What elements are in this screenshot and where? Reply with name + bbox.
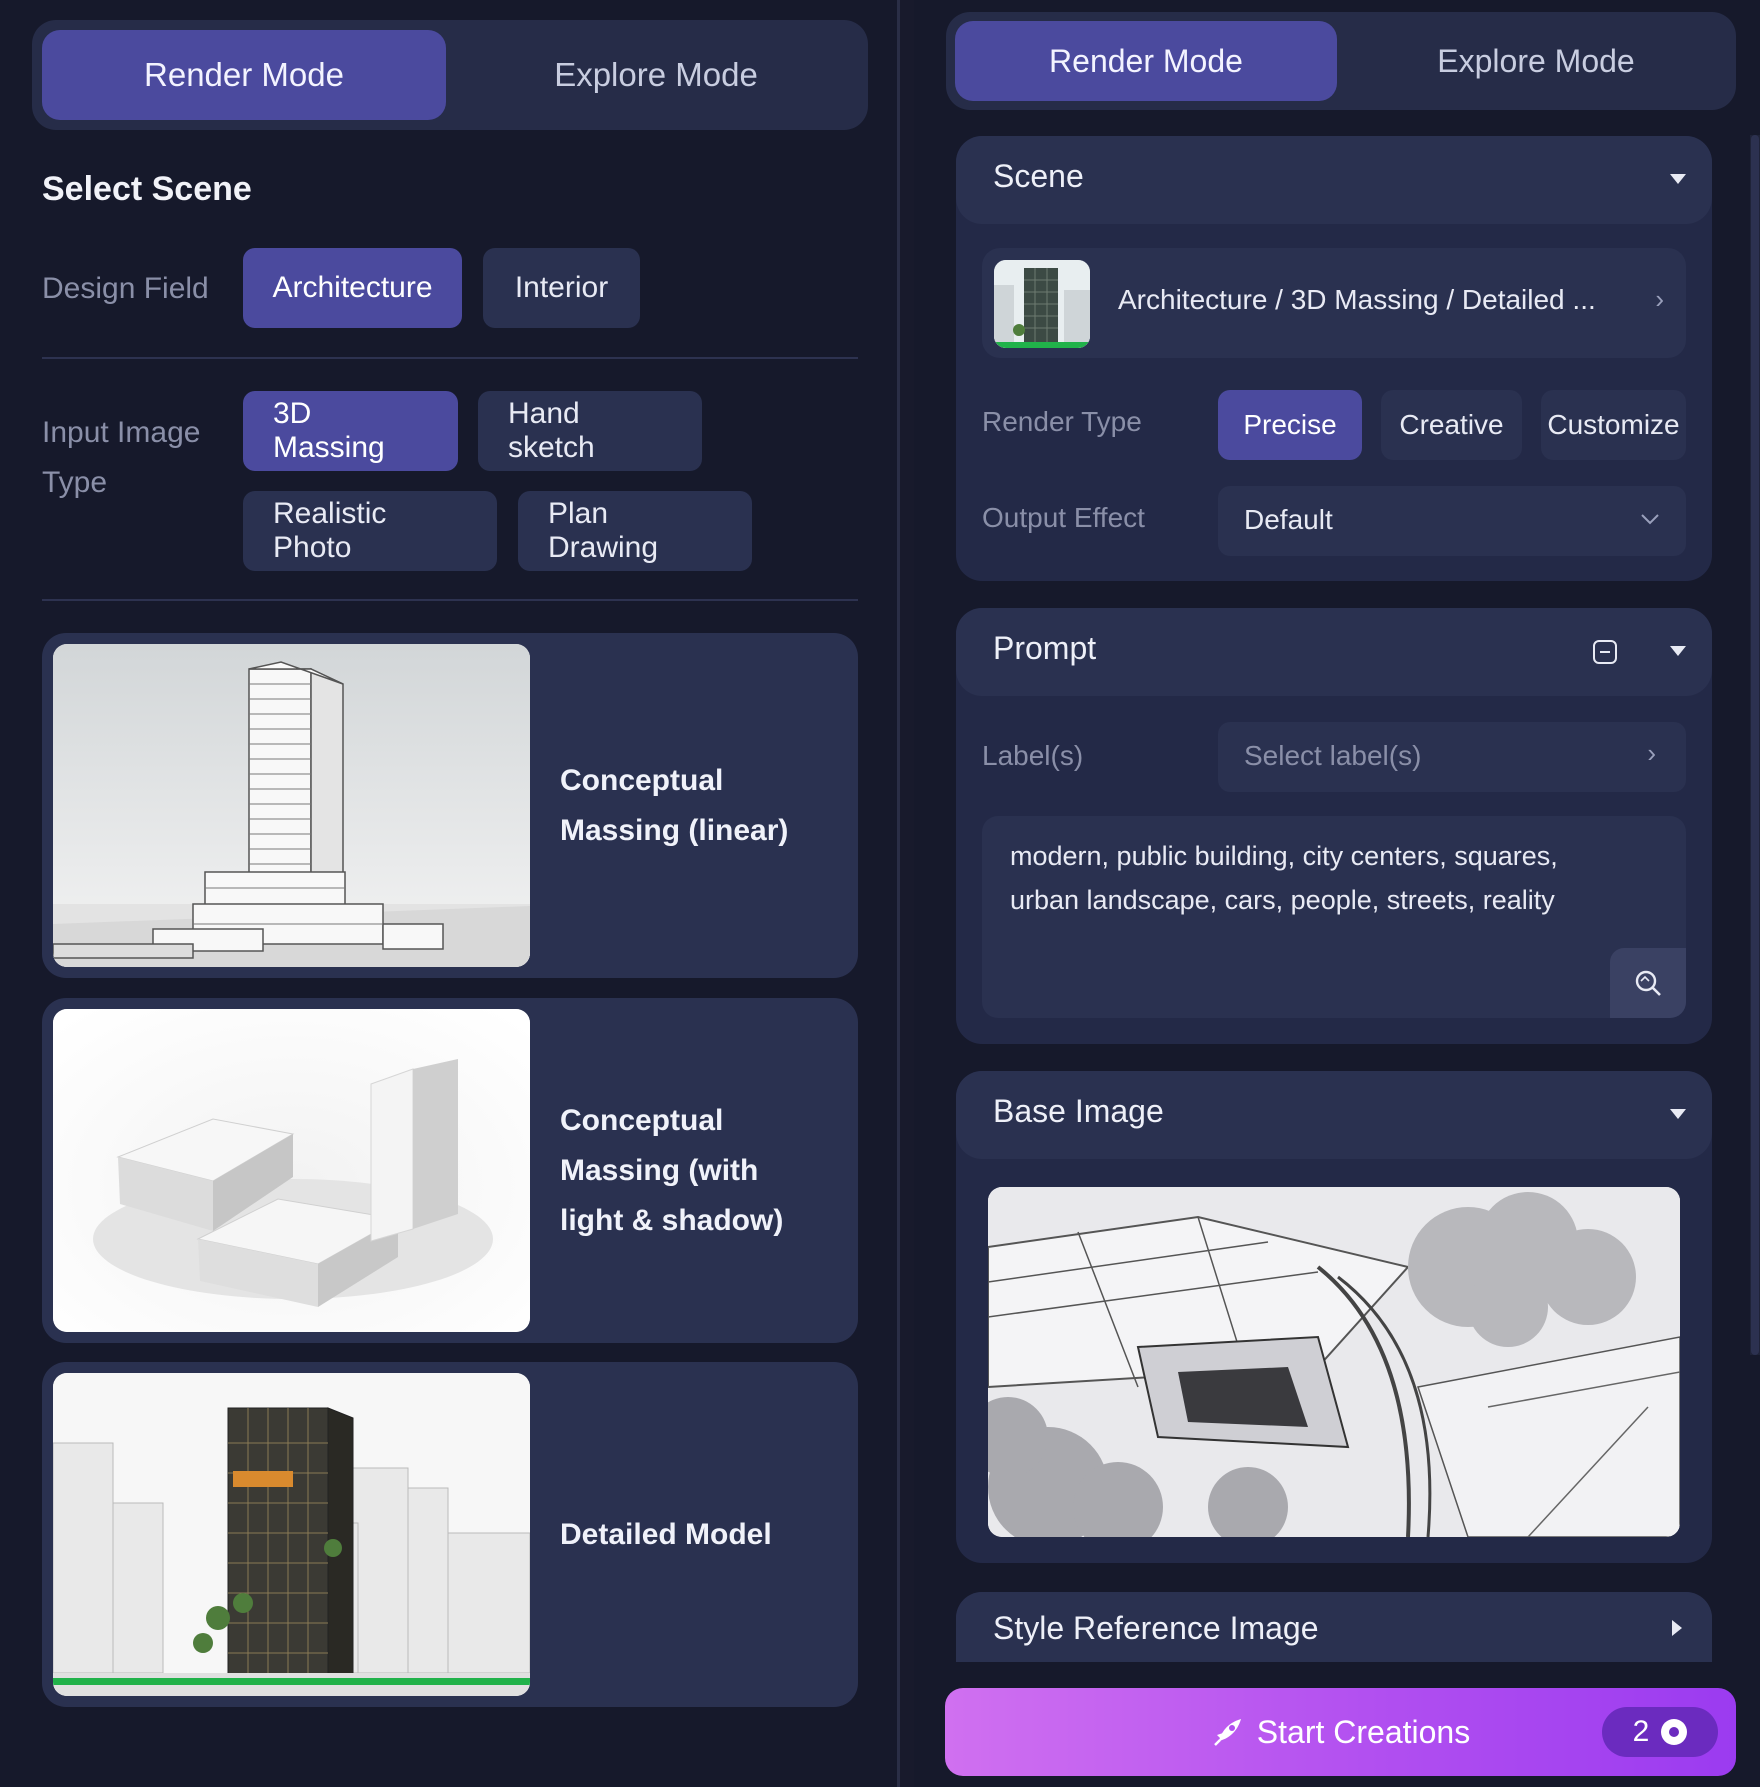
search-icon <box>1635 970 1661 996</box>
scene-card-label: Detailed Model <box>560 1362 838 1707</box>
labels-select[interactable]: Select label(s) › <box>1218 722 1686 792</box>
style-reference-panel-title: Style Reference Image <box>993 1610 1319 1646</box>
input-image-type-label: Input Image Type <box>42 408 200 508</box>
prompt-panel-header[interactable]: Prompt <box>956 608 1712 696</box>
collapse-square-icon[interactable] <box>1592 639 1618 665</box>
design-field-architecture[interactable]: Architecture <box>243 248 462 328</box>
design-field-label: Design Field <box>42 272 209 305</box>
scene-thumbnail-shadow-massing <box>53 1009 530 1332</box>
scene-selector[interactable]: Architecture / 3D Massing / Detailed ...… <box>982 248 1686 358</box>
scene-panel-header[interactable]: Scene <box>956 136 1712 224</box>
base-image-preview[interactable] <box>988 1187 1680 1537</box>
divider <box>42 599 858 601</box>
render-type-customize[interactable]: Customize <box>1541 390 1686 460</box>
scene-label-line: Conceptual <box>560 763 724 797</box>
credits-badge: 2 <box>1602 1707 1718 1757</box>
scene-card-conceptual-linear[interactable]: Conceptual Massing (linear) <box>42 633 858 978</box>
style-reference-panel: Style Reference Image <box>956 1592 1712 1662</box>
prompt-text-line: urban landscape, cars, people, streets, … <box>1010 885 1555 915</box>
input-type-3d-massing[interactable]: 3D Massing <box>243 391 458 471</box>
tab-render-mode[interactable]: Render Mode <box>42 30 446 120</box>
credits-count: 2 <box>1632 1715 1650 1748</box>
caret-right-icon[interactable] <box>1672 1620 1682 1636</box>
labels-placeholder: Select label(s) <box>1244 740 1422 771</box>
scene-thumbnail-detailed-model <box>53 1373 530 1696</box>
scene-thumbnail-linear-massing <box>53 644 530 967</box>
input-type-realistic-photo[interactable]: Realistic Photo <box>243 491 497 571</box>
scene-label-line: Detailed Model <box>560 1517 772 1551</box>
base-image-panel: Base Image <box>956 1071 1712 1563</box>
caret-down-icon[interactable] <box>1670 646 1686 656</box>
start-creations-label: Start Creations <box>1256 1713 1471 1750</box>
right-panel: Render Mode Explore Mode Scene Architect… <box>914 0 1760 1787</box>
scene-label-line: light & shadow) <box>560 1203 784 1237</box>
scene-card-conceptual-light-shadow[interactable]: Conceptual Massing (with light & shadow) <box>42 998 858 1343</box>
render-type-precise[interactable]: Precise <box>1218 390 1362 460</box>
mode-switch: Render Mode Explore Mode <box>32 20 868 130</box>
scene-label-line: Massing (linear) <box>560 813 789 847</box>
scrollbar[interactable] <box>1751 135 1759 1355</box>
output-effect-label: Output Effect <box>982 502 1145 533</box>
tab-explore-mode[interactable]: Explore Mode <box>1345 21 1727 101</box>
prompt-panel: Prompt Label(s) Select label(s) › modern… <box>956 608 1712 1044</box>
prompt-panel-title: Prompt <box>993 630 1097 666</box>
scene-label-line: Massing (with <box>560 1153 759 1187</box>
caret-down-icon[interactable] <box>1670 174 1686 184</box>
chevron-right-icon: › <box>1655 284 1664 314</box>
input-image-type-label-line1: Input Image <box>42 416 201 449</box>
tab-explore-mode[interactable]: Explore Mode <box>454 30 858 120</box>
start-creations-button[interactable]: Start Creations 2 <box>945 1688 1736 1776</box>
input-image-type-label-line2: Type <box>42 466 108 499</box>
coin-icon <box>1661 1719 1688 1745</box>
mode-switch: Render Mode Explore Mode <box>946 12 1736 110</box>
output-effect-select[interactable]: Default <box>1218 486 1686 556</box>
prompt-text-line: modern, public building, city centers, s… <box>1010 841 1558 871</box>
base-image-panel-title: Base Image <box>993 1093 1164 1129</box>
app-root: Render Mode Explore Mode Select Scene De… <box>0 0 1760 1787</box>
output-effect-value: Default <box>1244 504 1333 535</box>
input-type-hand-sketch[interactable]: Hand sketch <box>478 391 702 471</box>
base-image-panel-header[interactable]: Base Image <box>956 1071 1712 1159</box>
scene-panel-title: Scene <box>993 158 1084 194</box>
caret-down-icon[interactable] <box>1670 1109 1686 1119</box>
scene-panel: Scene Architecture / 3D Massing / Detail… <box>956 136 1712 581</box>
scene-card-detailed-model[interactable]: Detailed Model <box>42 1362 858 1707</box>
scene-selector-thumbnail <box>994 260 1090 348</box>
select-scene-title: Select Scene <box>42 170 252 208</box>
labels-label: Label(s) <box>982 740 1084 771</box>
scene-path: Architecture / 3D Massing / Detailed ... <box>1118 284 1596 315</box>
scene-label-line: Conceptual <box>560 1103 724 1137</box>
prompt-textarea[interactable]: modern, public building, city centers, s… <box>982 816 1686 1018</box>
chevron-down-icon <box>1641 514 1659 525</box>
render-type-label: Render Type <box>982 406 1142 437</box>
tab-render-mode[interactable]: Render Mode <box>955 21 1337 101</box>
style-reference-panel-header[interactable]: Style Reference Image <box>956 1592 1712 1662</box>
prompt-search-button[interactable] <box>1610 948 1686 1018</box>
prompt-text: modern, public building, city centers, s… <box>1010 834 1646 922</box>
render-type-creative[interactable]: Creative <box>1381 390 1522 460</box>
chevron-right-icon: › <box>1647 738 1656 768</box>
scene-card-label: Conceptual Massing (with light & shadow) <box>560 998 838 1343</box>
input-type-plan-drawing[interactable]: Plan Drawing <box>518 491 752 571</box>
divider <box>42 357 858 359</box>
scene-card-label: Conceptual Massing (linear) <box>560 633 838 978</box>
left-panel: Render Mode Explore Mode Select Scene De… <box>0 0 900 1787</box>
design-field-interior[interactable]: Interior <box>483 248 640 328</box>
rocket-icon <box>1213 1719 1241 1746</box>
